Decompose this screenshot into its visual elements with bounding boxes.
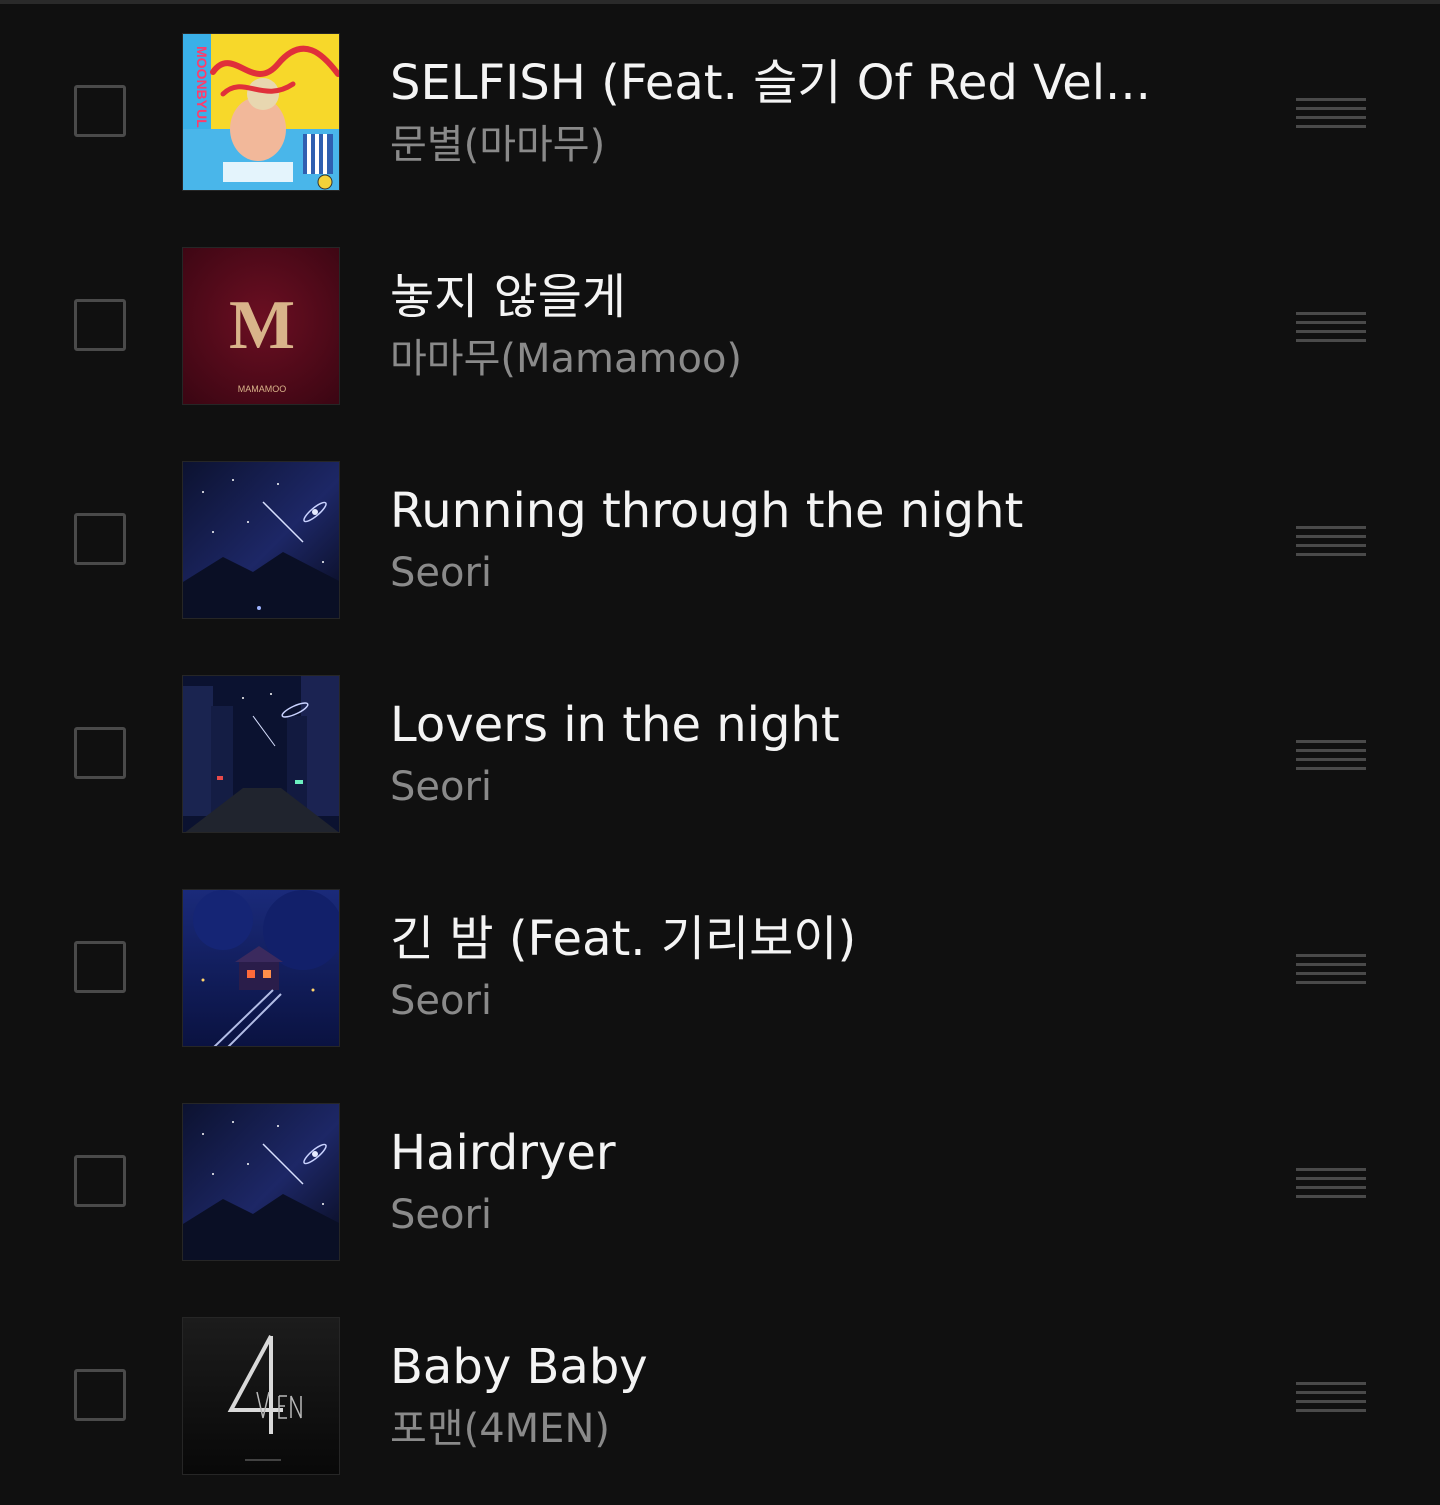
treehouse-night-album-cover: [182, 889, 340, 1047]
track-artist: Seori: [390, 764, 493, 810]
track-artist: 마마무(Mamamoo): [390, 336, 743, 382]
track-row[interactable]: M MAMAMOO 놓지 않을게 마마무(Mamamoo): [0, 220, 1440, 434]
track-row[interactable]: Lovers in the night Seori: [0, 648, 1440, 862]
night-sky-album-cover: [182, 461, 340, 619]
select-checkbox[interactable]: [74, 727, 126, 779]
drag-handle-icon[interactable]: [1296, 98, 1368, 128]
mamamoo-album-cover: M MAMAMOO: [182, 247, 340, 405]
svg-text:M: M: [229, 287, 295, 364]
drag-handle-icon[interactable]: [1296, 954, 1368, 984]
track-artist: 포맨(4MEN): [390, 1406, 610, 1452]
track-artist: Seori: [390, 978, 493, 1024]
track-title: Running through the night: [390, 483, 1024, 539]
select-checkbox[interactable]: [74, 85, 126, 137]
track-title: 긴 밤 (Feat. 기리보이): [390, 911, 857, 967]
track-row[interactable]: Running through the night Seori: [0, 434, 1440, 648]
track-artist: Seori: [390, 1192, 493, 1238]
drag-handle-icon[interactable]: [1296, 526, 1368, 556]
select-checkbox[interactable]: [74, 299, 126, 351]
track-title: SELFISH (Feat. 슬기 Of Red Vel...: [390, 55, 1151, 111]
select-checkbox[interactable]: [74, 513, 126, 565]
select-checkbox[interactable]: [74, 1155, 126, 1207]
track-title: 놓지 않을게: [390, 269, 627, 325]
night-sky-album-cover: [182, 1103, 340, 1261]
drag-handle-icon[interactable]: [1296, 1168, 1368, 1198]
track-title: Lovers in the night: [390, 697, 840, 753]
track-title: Hairdryer: [390, 1125, 616, 1181]
svg-text:MOONBYUL: MOONBYUL: [194, 46, 210, 128]
track-artist: Seori: [390, 550, 493, 596]
track-row[interactable]: 긴 밤 (Feat. 기리보이) Seori: [0, 862, 1440, 1076]
select-checkbox[interactable]: [74, 941, 126, 993]
track-row[interactable]: MOONBYUL SELFISH (Feat. 슬기 Of Red Vel...…: [0, 6, 1440, 220]
4men-album-cover: [182, 1317, 340, 1475]
selfish-album-cover: MOONBYUL: [182, 33, 340, 191]
top-divider: [0, 0, 1440, 4]
drag-handle-icon[interactable]: [1296, 312, 1368, 342]
cover-caption: MAMAMOO: [238, 384, 287, 394]
drag-handle-icon[interactable]: [1296, 740, 1368, 770]
track-row[interactable]: Baby Baby 포맨(4MEN): [0, 1290, 1440, 1504]
night-city-album-cover: [182, 675, 340, 833]
track-row[interactable]: Hairdryer Seori: [0, 1076, 1440, 1290]
track-artist: 문별(마마무): [390, 122, 606, 168]
track-title: Baby Baby: [390, 1339, 648, 1395]
drag-handle-icon[interactable]: [1296, 1382, 1368, 1412]
select-checkbox[interactable]: [74, 1369, 126, 1421]
